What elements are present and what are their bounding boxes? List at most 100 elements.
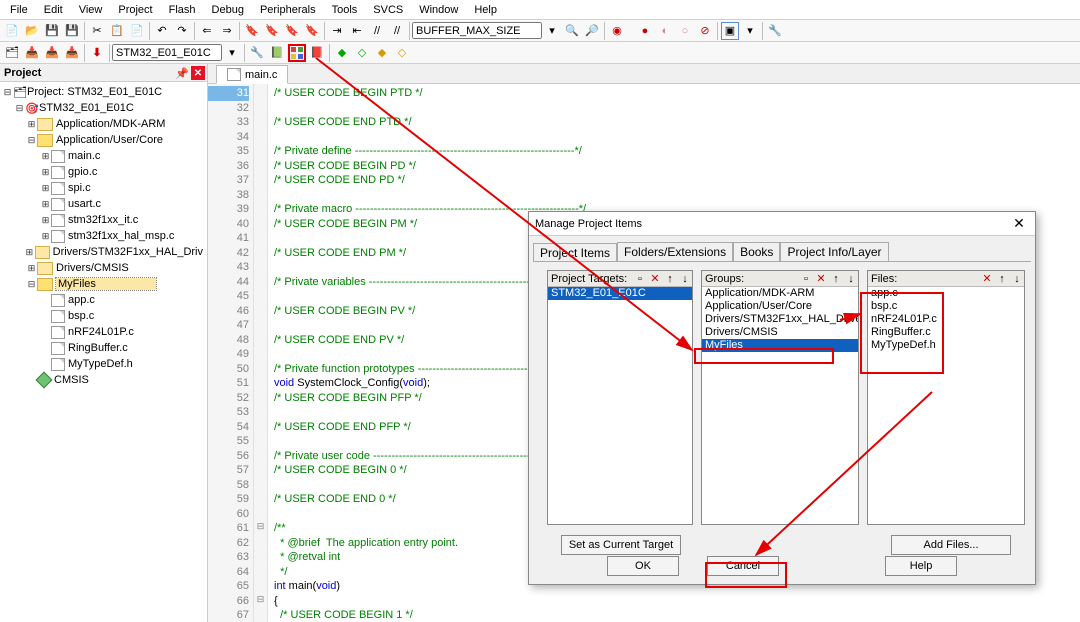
manage-books-icon[interactable]: 📕 [308,44,326,62]
find-icon[interactable]: 🔍 [563,22,581,40]
menu-help[interactable]: Help [466,2,505,18]
dropdown-icon[interactable]: ▾ [543,22,561,40]
dialog-title-bar[interactable]: Manage Project Items ✕ [529,212,1035,236]
rtx-icon[interactable]: ◆ [373,44,391,62]
manage-project-items-icon[interactable] [288,44,306,62]
breakpoint-enable-icon[interactable]: ◐ [656,22,674,40]
tree-file[interactable]: bsp.c [0,308,207,324]
nav-fwd-icon[interactable]: ⇒ [218,22,236,40]
delete-icon[interactable]: ✕ [814,272,828,286]
menu-flash[interactable]: Flash [161,2,204,18]
options-icon[interactable]: 🔧 [248,44,266,62]
move-up-icon[interactable]: ↑ [995,272,1009,286]
files-list[interactable]: app.c bsp.c nRF24L01P.c RingBuffer.c MyT… [868,287,1024,524]
configure-icon[interactable]: 🔧 [766,22,784,40]
tree-folder-usercore[interactable]: ⊟Application/User/Core [0,132,207,148]
bookmark-clear-icon[interactable]: 🔖 [303,22,321,40]
tree-file[interactable]: ⊞main.c [0,148,207,164]
breakpoint-disable-icon[interactable]: ○ [676,22,694,40]
list-item[interactable]: Drivers/STM32F1xx_HAL_Driver [702,313,858,326]
ok-button[interactable]: OK [607,556,679,576]
tree-root[interactable]: ⊟🗂Project: STM32_E01_E01C [0,84,207,100]
add-files-button[interactable]: Add Files... [891,535,1011,555]
debug-icon[interactable]: ◉ [608,22,626,40]
breakpoint-insert-icon[interactable]: ● [636,22,654,40]
comment-icon[interactable]: // [368,22,386,40]
delete-icon[interactable]: ✕ [648,272,662,286]
tree-file[interactable]: ⊞spi.c [0,180,207,196]
menu-window[interactable]: Window [411,2,466,18]
tree-file[interactable]: app.c [0,292,207,308]
tree-target[interactable]: ⊟🎯STM32_E01_E01C [0,100,207,116]
target-select[interactable] [112,44,222,61]
copy-icon[interactable]: 📋 [108,22,126,40]
build-target-icon[interactable]: 📥 [23,44,41,62]
save-icon[interactable]: 💾 [43,22,61,40]
dropdown-icon[interactable]: ▾ [741,22,759,40]
move-down-icon[interactable]: ↓ [844,272,858,286]
delete-icon[interactable]: ✕ [980,272,994,286]
tree-file[interactable]: MyTypeDef.h [0,356,207,372]
list-item[interactable]: MyTypeDef.h [868,339,1024,352]
uncomment-icon[interactable]: // [388,22,406,40]
select-packs-icon[interactable]: ◇ [353,44,371,62]
bookmark-next-icon[interactable]: 🔖 [283,22,301,40]
download-icon[interactable]: ⬇ [88,44,106,62]
move-up-icon[interactable]: ↑ [663,272,677,286]
tab-books[interactable]: Books [733,242,780,261]
window-icon[interactable]: ▣ [721,22,739,40]
batch-build-icon[interactable]: 📥 [63,44,81,62]
new-icon[interactable]: ▫ [633,272,647,286]
menu-view[interactable]: View [71,2,111,18]
move-down-icon[interactable]: ↓ [1010,272,1024,286]
tab-project-items[interactable]: Project Items [533,243,617,262]
menu-project[interactable]: Project [110,2,160,18]
menu-svcs[interactable]: SVCS [365,2,411,18]
menu-debug[interactable]: Debug [204,2,252,18]
nav-back-icon[interactable]: ⇐ [198,22,216,40]
targets-list[interactable]: STM32_E01_E01C [548,287,692,524]
list-item[interactable]: nRF24L01P.c [868,313,1024,326]
manage-rte-icon[interactable]: ◇ [393,44,411,62]
list-item[interactable]: STM32_E01_E01C [548,287,692,300]
pack-installer-icon[interactable]: ◆ [333,44,351,62]
help-button[interactable]: Help [885,556,957,576]
tree-file[interactable]: ⊞gpio.c [0,164,207,180]
move-down-icon[interactable]: ↓ [678,272,692,286]
editor-tab-main[interactable]: main.c [216,65,288,84]
build-icon[interactable]: 🗂 [3,44,21,62]
list-item[interactable]: bsp.c [868,300,1024,313]
tree-folder-myfiles[interactable]: ⊟MyFiles [0,276,207,292]
indent-icon[interactable]: ⇥ [328,22,346,40]
new-file-icon[interactable]: 📄 [3,22,21,40]
menu-edit[interactable]: Edit [36,2,71,18]
manage-components-icon[interactable]: 📗 [268,44,286,62]
list-item[interactable]: Application/MDK-ARM [702,287,858,300]
rebuild-icon[interactable]: 📥 [43,44,61,62]
paste-icon[interactable]: 📄 [128,22,146,40]
tree-folder-haldrv[interactable]: ⊞Drivers/STM32F1xx_HAL_Driv [0,244,207,260]
cut-icon[interactable]: ✂ [88,22,106,40]
undo-icon[interactable]: ↶ [153,22,171,40]
list-item[interactable]: RingBuffer.c [868,326,1024,339]
groups-list[interactable]: Application/MDK-ARM Application/User/Cor… [702,287,858,524]
tree-file[interactable]: nRF24L01P.c [0,324,207,340]
outdent-icon[interactable]: ⇤ [348,22,366,40]
tree-folder-mdkarm[interactable]: ⊞Application/MDK-ARM [0,116,207,132]
redo-icon[interactable]: ↷ [173,22,191,40]
dropdown-icon[interactable]: ▾ [223,44,241,62]
bookmark-icon[interactable]: 🔖 [243,22,261,40]
open-file-icon[interactable]: 📂 [23,22,41,40]
menu-peripherals[interactable]: Peripherals [252,2,324,18]
save-all-icon[interactable]: 💾 [63,22,81,40]
set-as-current-target-button[interactable]: Set as Current Target [561,535,681,555]
list-item[interactable]: Drivers/CMSIS [702,326,858,339]
list-item[interactable]: app.c [868,287,1024,300]
tree-file[interactable]: ⊞usart.c [0,196,207,212]
tree-file[interactable]: ⊞stm32f1xx_hal_msp.c [0,228,207,244]
cancel-button[interactable]: Cancel [707,556,779,576]
tree-folder-cmsis[interactable]: ⊞Drivers/CMSIS [0,260,207,276]
pin-icon[interactable]: 📌 [175,66,189,80]
tree-cmsis[interactable]: CMSIS [0,372,207,388]
new-icon[interactable]: ▫ [799,272,813,286]
